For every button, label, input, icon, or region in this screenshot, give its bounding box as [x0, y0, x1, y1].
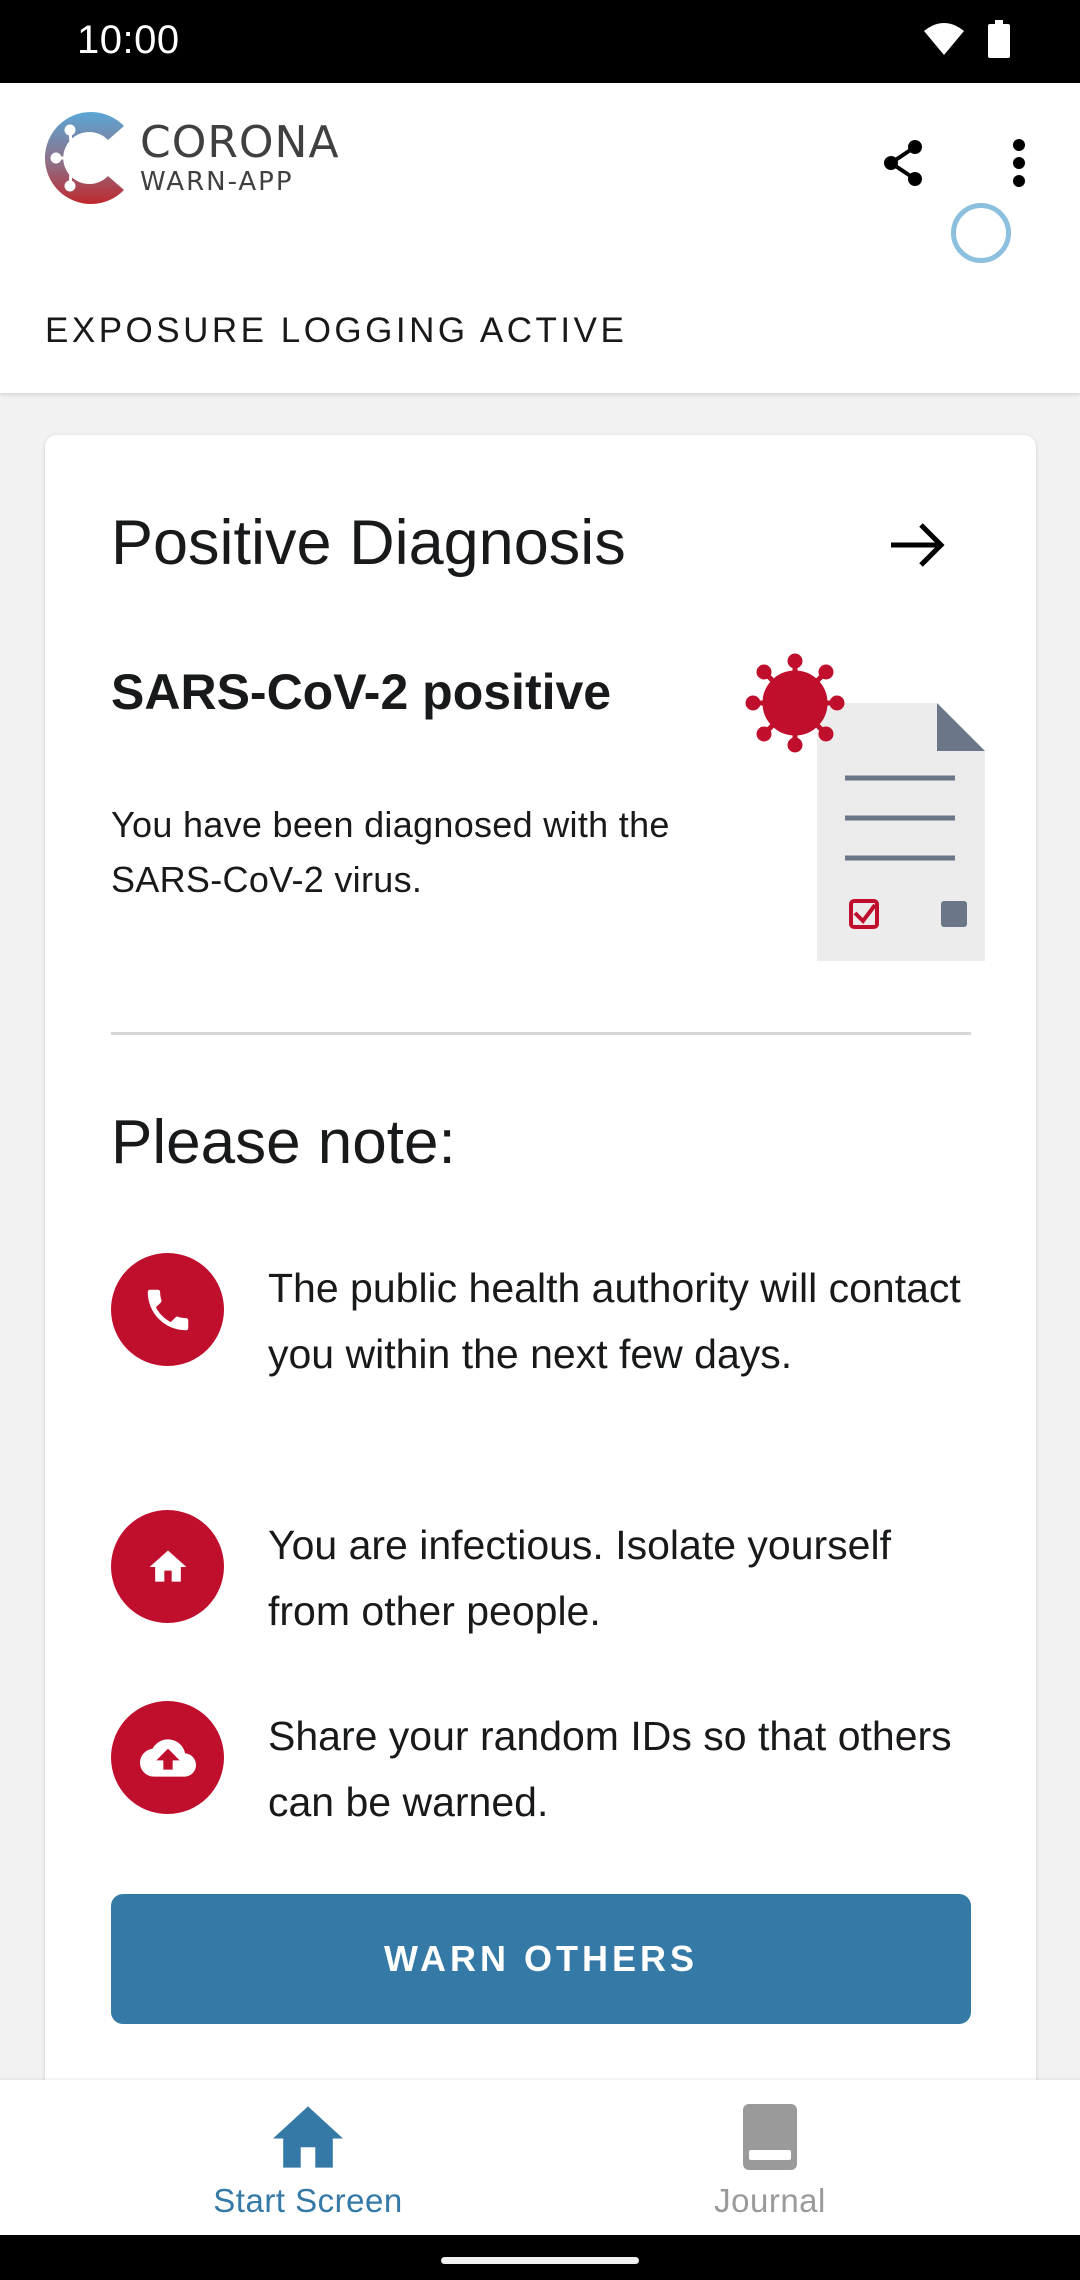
battery-icon: [988, 20, 1010, 58]
note-text: Share your random IDs so that others can…: [268, 1713, 952, 1825]
system-navigation-bar: [0, 2235, 1080, 2280]
note-text: You are infectious. Isolate yourself fro…: [268, 1522, 891, 1634]
status-bar: 10:00: [0, 0, 1080, 83]
exposure-indicator-icon: [951, 203, 1011, 263]
logo-mark-icon: [44, 112, 125, 204]
logo-title: CORONA: [140, 117, 340, 168]
home-gesture-handle[interactable]: [441, 2257, 639, 2264]
diagnosis-card[interactable]: Positive Diagnosis SARS-CoV-2 positive Y…: [45, 435, 1036, 2135]
divider: [111, 1032, 971, 1035]
warn-others-button[interactable]: WARN OTHERS: [111, 1894, 971, 2024]
exposure-status-label: EXPOSURE LOGGING ACTIVE: [45, 311, 628, 350]
home-icon: [111, 1510, 224, 1623]
app-logo: CORONA WARN-APP: [42, 108, 340, 208]
nav-item-start-screen[interactable]: Start Screen: [158, 2102, 458, 2220]
share-icon: [884, 140, 922, 186]
exposure-status-row[interactable]: EXPOSURE LOGGING ACTIVE: [0, 283, 1080, 393]
nav-item-journal[interactable]: Journal: [620, 2102, 920, 2220]
status-time: 10:00: [77, 18, 180, 62]
more-vert-icon: [1013, 139, 1025, 187]
bottom-navigation: Start Screen Journal: [0, 2080, 1080, 2235]
status-icons: [922, 20, 1010, 58]
logo-subtitle: WARN-APP: [140, 167, 294, 197]
overflow-menu-button[interactable]: [984, 128, 1054, 198]
wifi-icon: [924, 23, 964, 55]
diagnosis-subtitle: SARS-CoV-2 positive: [111, 664, 612, 720]
share-button[interactable]: [868, 128, 938, 198]
diagnosis-description: You have been diagnosed with the SARS-Co…: [111, 804, 670, 900]
book-icon: [743, 2104, 797, 2170]
nav-label: Start Screen: [213, 2182, 403, 2219]
phone-icon: [111, 1253, 224, 1366]
cloud-upload-icon: [111, 1701, 224, 1814]
arrow-right-icon[interactable]: [883, 515, 953, 575]
note-text: The public health authority will contact…: [268, 1265, 961, 1377]
note-title: Please note:: [111, 1108, 456, 1177]
card-title: Positive Diagnosis: [111, 508, 626, 578]
nav-label: Journal: [714, 2182, 826, 2219]
home-icon: [273, 2106, 343, 2168]
positive-document-illustration: [745, 653, 985, 961]
app-bar: CORONA WARN-APP EXPOSURE LOGGING ACTIVE: [0, 83, 1080, 393]
